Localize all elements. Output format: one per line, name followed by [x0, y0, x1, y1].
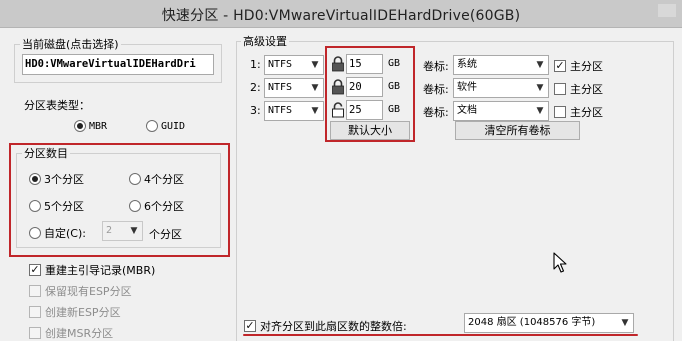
chevron-down-icon: ▼ — [536, 106, 544, 116]
radio-mbr[interactable]: MBR — [74, 120, 107, 132]
row1-fs-value: NTFS — [268, 59, 293, 70]
create-msr-checkbox[interactable]: 创建MSR分区 — [29, 325, 113, 341]
partition-count-highlight — [9, 143, 230, 257]
close-icon — [658, 4, 676, 17]
align-highlight-underline — [243, 334, 638, 336]
row1-volume-select[interactable]: 系统 ▼ — [453, 55, 549, 75]
create-esp-checkbox[interactable]: 创建新ESP分区 — [29, 304, 121, 320]
radio-guid[interactable]: GUID — [146, 120, 185, 132]
rebuild-mbr-label: 重建主引导记录(MBR) — [45, 264, 156, 277]
row3-fs-select[interactable]: NTFS ▼ — [264, 101, 324, 121]
row2-primary-checkbox[interactable]: 主分区 — [554, 81, 603, 97]
create-esp-label: 创建新ESP分区 — [45, 306, 121, 319]
radio-guid-label: GUID — [161, 120, 186, 132]
row1-primary-check-icon: ✓ — [554, 59, 566, 72]
partition-table-label: 分区表类型： — [24, 99, 90, 112]
chevron-down-icon: ▼ — [536, 83, 544, 93]
row3-volume-select[interactable]: 文档 ▼ — [453, 101, 549, 121]
row2-volume-label: 卷标: — [423, 83, 449, 96]
align-select[interactable]: 2048 扇区 (1048576 字节) ▼ — [464, 313, 634, 333]
row1-primary-label: 主分区 — [570, 60, 603, 73]
chevron-down-icon: ▼ — [311, 60, 319, 70]
align-label: 对齐分区到此扇区数的整数倍: — [260, 320, 407, 333]
row3-primary-box — [554, 106, 566, 118]
row1-volume-value: 系统 — [457, 59, 477, 70]
row3-number: 3: — [250, 104, 261, 117]
mouse-cursor-icon — [553, 252, 567, 273]
row2-fs-select[interactable]: NTFS ▼ — [264, 78, 324, 98]
current-disk-label: 当前磁盘(点击选择) — [20, 36, 121, 52]
row3-volume-label: 卷标: — [423, 106, 449, 119]
row2-volume-select[interactable]: 软件 ▼ — [453, 78, 549, 98]
row1-fs-select[interactable]: NTFS ▼ — [264, 55, 324, 75]
current-disk-field[interactable]: HD0:VMwareVirtualIDEHardDri — [22, 54, 214, 75]
row3-primary-checkbox[interactable]: 主分区 — [554, 104, 603, 120]
align-check-icon: ✓ — [244, 319, 256, 332]
title-bar[interactable]: 快速分区 - HD0:VMwareVirtualIDEHardDrive(60G… — [0, 0, 682, 28]
create-msr-box — [29, 327, 41, 339]
row1-number: 1: — [250, 58, 261, 71]
chevron-down-icon: ▼ — [311, 83, 319, 93]
row2-number: 2: — [250, 81, 261, 94]
row1-volume-label: 卷标: — [423, 60, 449, 73]
row3-volume-value: 文档 — [457, 105, 477, 116]
align-value: 2048 扇区 (1048576 字节) — [468, 317, 596, 328]
keep-esp-checkbox[interactable]: 保留现有ESP分区 — [29, 283, 132, 299]
clear-labels-button[interactable]: 清空所有卷标 — [455, 121, 580, 140]
chevron-down-icon: ▼ — [621, 318, 629, 328]
keep-esp-label: 保留现有ESP分区 — [45, 285, 132, 298]
row2-primary-box — [554, 83, 566, 95]
size-highlight — [325, 46, 415, 142]
rebuild-mbr-check-icon: ✓ — [29, 263, 41, 276]
rebuild-mbr-checkbox[interactable]: ✓ 重建主引导记录(MBR) — [29, 262, 155, 278]
align-checkbox[interactable]: ✓ 对齐分区到此扇区数的整数倍: — [244, 318, 407, 334]
create-esp-box — [29, 306, 41, 318]
radio-guid-indicator — [146, 120, 158, 132]
row2-primary-label: 主分区 — [570, 83, 603, 96]
row2-fs-value: NTFS — [268, 82, 293, 93]
row1-primary-checkbox[interactable]: ✓ 主分区 — [554, 58, 603, 74]
row3-primary-label: 主分区 — [570, 106, 603, 119]
row2-volume-value: 软件 — [457, 82, 477, 93]
radio-mbr-label: MBR — [89, 120, 108, 132]
advanced-label: 高级设置 — [241, 33, 289, 49]
chevron-down-icon: ▼ — [536, 60, 544, 70]
radio-mbr-indicator — [74, 120, 86, 132]
chevron-down-icon: ▼ — [311, 106, 319, 116]
close-button[interactable] — [652, 0, 682, 21]
create-msr-label: 创建MSR分区 — [45, 327, 114, 340]
window-title: 快速分区 - HD0:VMwareVirtualIDEHardDrive(60G… — [161, 8, 521, 24]
row3-fs-value: NTFS — [268, 105, 293, 116]
keep-esp-box — [29, 285, 41, 297]
